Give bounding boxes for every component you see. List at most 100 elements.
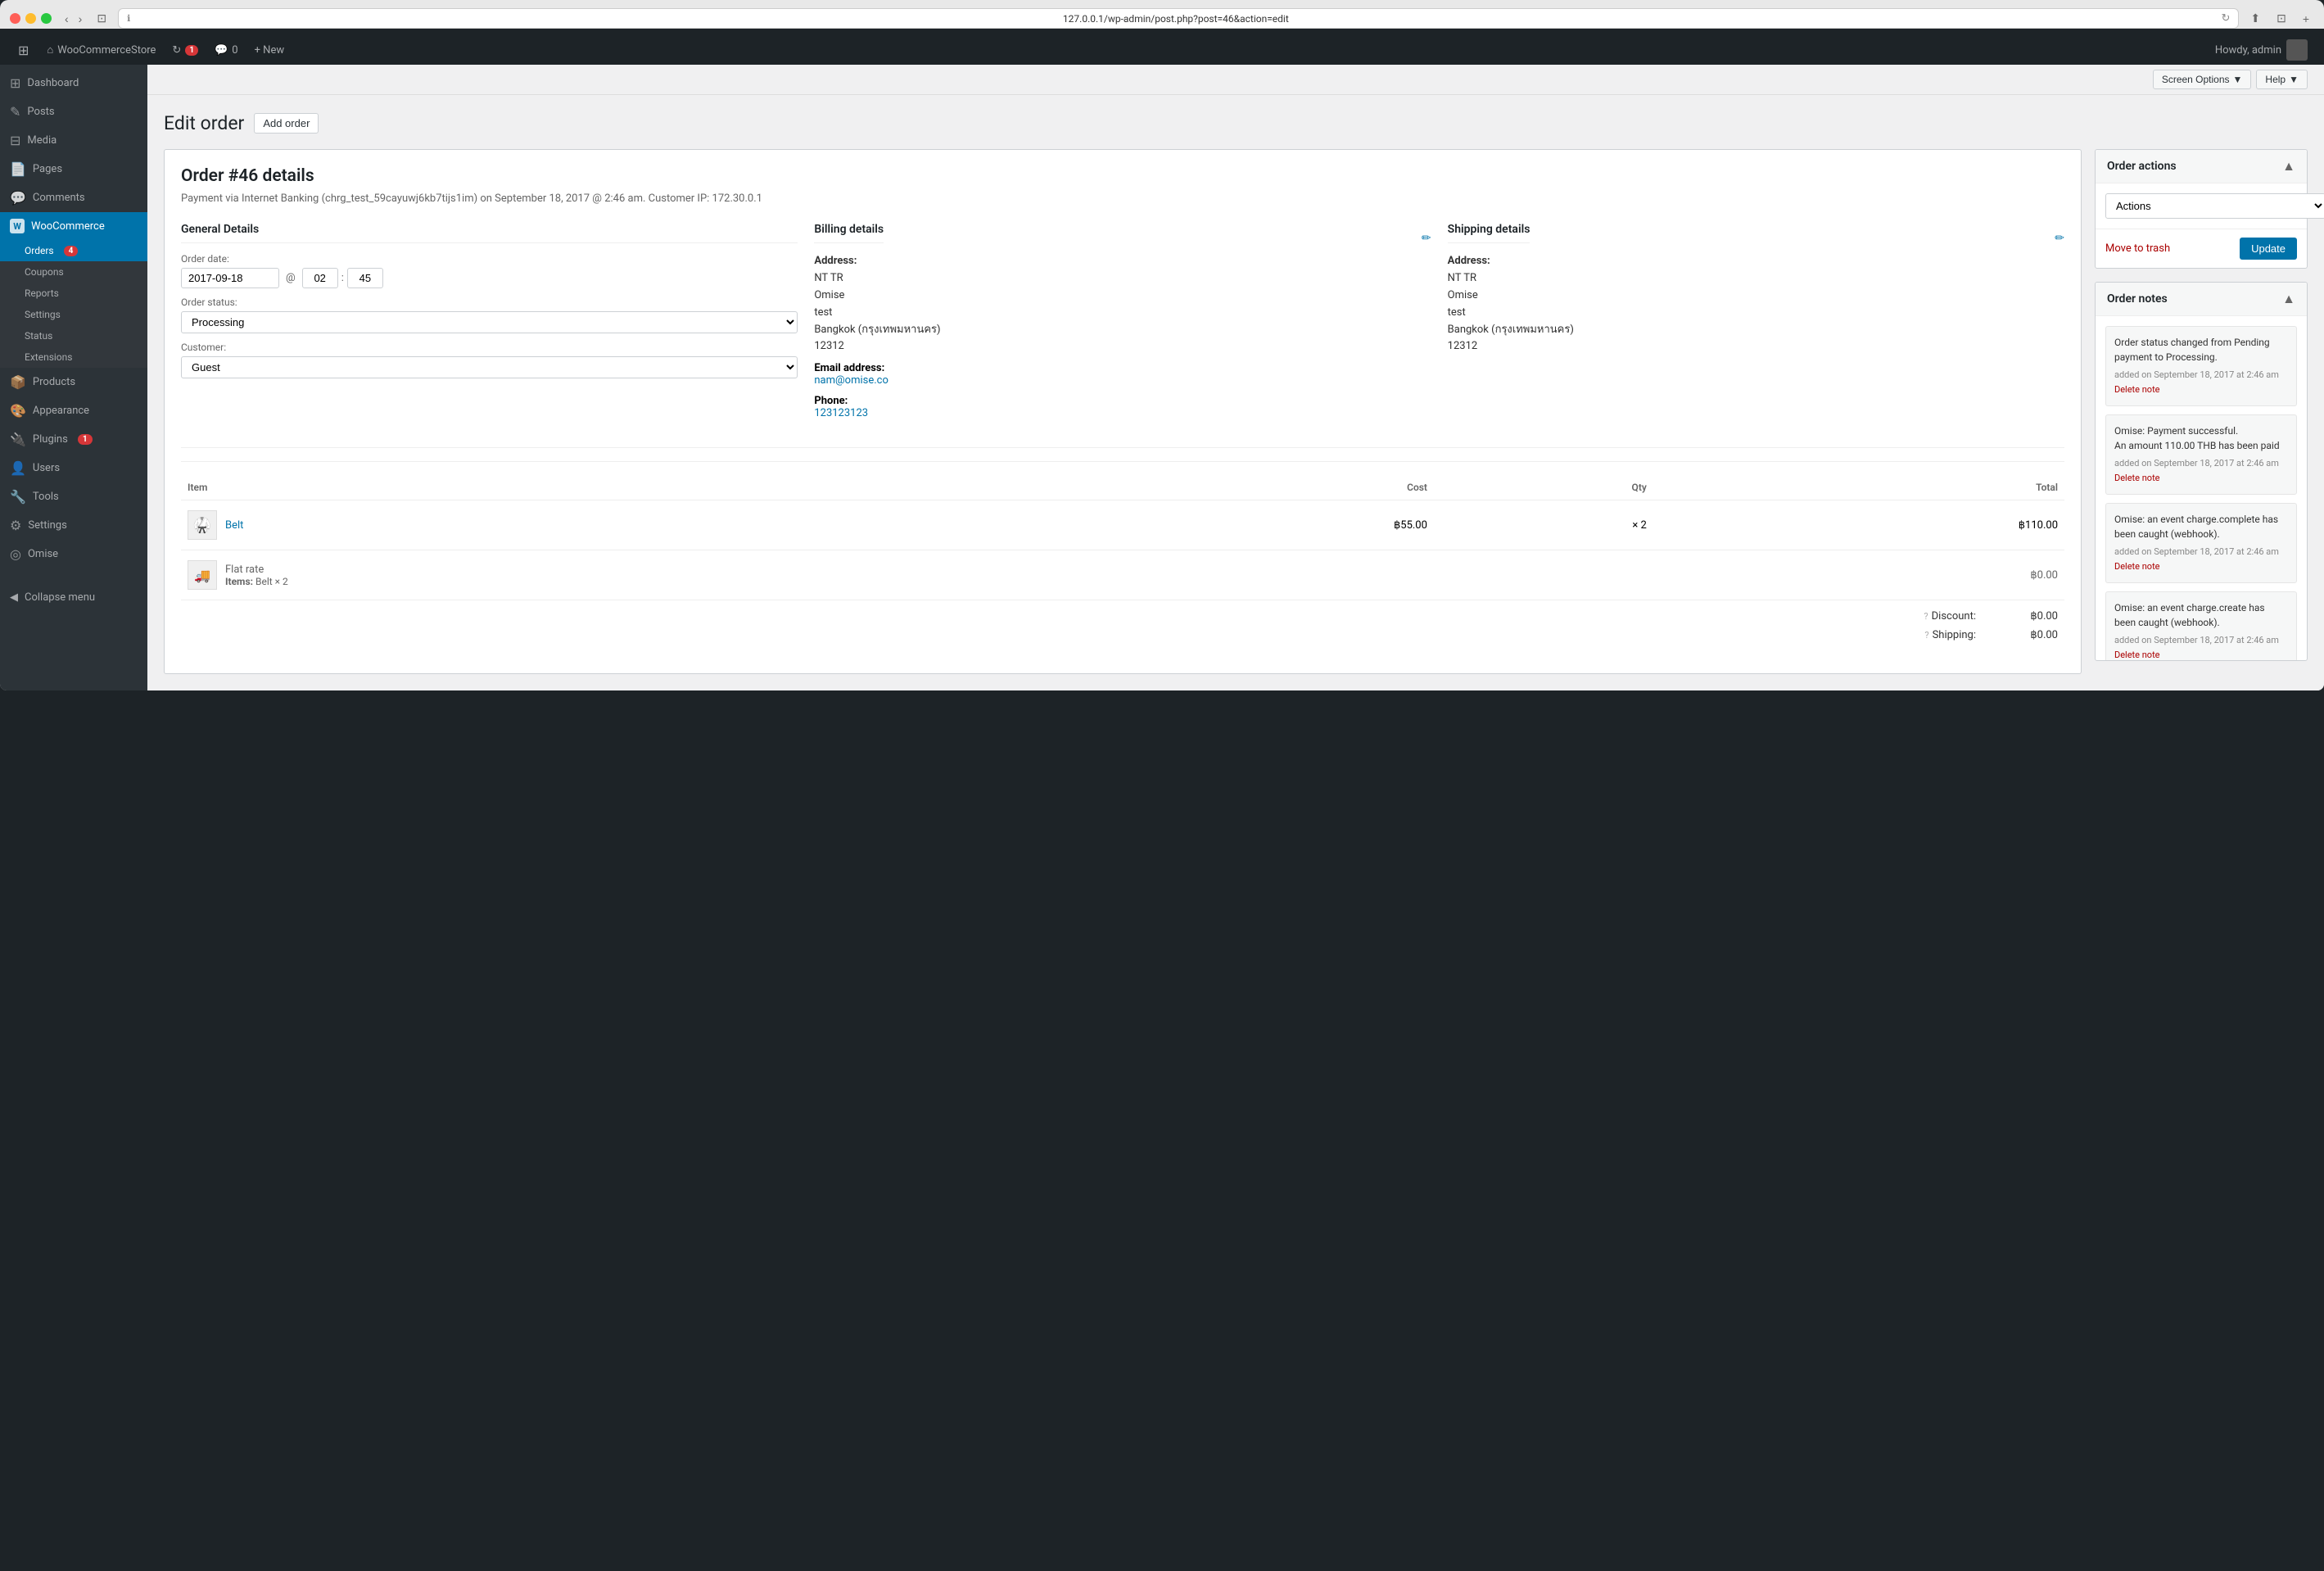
customer-select[interactable]: Guest	[181, 356, 798, 378]
add-tab-button[interactable]: +	[2298, 10, 2314, 27]
delete-note-1-link[interactable]: Delete note	[2114, 383, 2288, 397]
updates-item[interactable]: ↻ 1	[164, 35, 206, 65]
new-item[interactable]: + New	[246, 35, 293, 65]
plugins-badge: 1	[78, 434, 93, 445]
order-note-1: Order status changed from Pending paymen…	[2105, 326, 2297, 406]
item-name-link[interactable]: Belt	[225, 519, 243, 532]
actions-dropdown[interactable]: Actions Email invoice / order details to…	[2105, 193, 2324, 219]
woo-settings-label: Settings	[25, 309, 61, 320]
minimize-traffic-light[interactable]	[25, 13, 36, 24]
discount-help-icon[interactable]: ?	[1924, 611, 1928, 622]
comments-item[interactable]: 💬 0	[206, 35, 246, 65]
discount-label: Discount:	[1932, 610, 1976, 623]
sidebar-item-woocommerce[interactable]: W WooCommerce	[0, 212, 147, 240]
discount-row: ? Discount: ฿0.00	[181, 607, 2064, 626]
billing-email-link[interactable]: nam@omise.co	[814, 374, 888, 387]
order-status-label: Order status:	[181, 297, 798, 308]
posts-icon: ✎	[10, 104, 20, 120]
billing-line-2: Omise	[814, 287, 1431, 305]
sidebar-item-users[interactable]: 👤 Users	[0, 454, 147, 482]
items-table: Item Cost Qty Total	[181, 475, 2064, 600]
shipping-line-3: test	[1448, 305, 2064, 322]
at-sign: @	[283, 272, 299, 284]
sidebar-item-coupons[interactable]: Coupons	[0, 261, 147, 283]
general-details-section: General Details Order date: @ :	[181, 223, 798, 428]
back-button[interactable]: ‹	[61, 11, 72, 27]
updates-icon: ↻	[172, 44, 181, 57]
screen-options-button[interactable]: Screen Options ▼	[2153, 70, 2252, 89]
sidebar-item-posts[interactable]: ✎ Posts	[0, 97, 147, 126]
order-time-min-input[interactable]	[347, 268, 383, 288]
sidebar-label-omise: Omise	[28, 548, 58, 560]
sidebar-item-comments[interactable]: 💬 Comments	[0, 183, 147, 212]
move-to-trash-link[interactable]: Move to trash	[2105, 242, 2170, 255]
updates-count: 1	[185, 45, 198, 56]
sidebar-item-tools[interactable]: 🔧 Tools	[0, 482, 147, 511]
shipping-line-2: Omise	[1448, 287, 2064, 305]
billing-address: Address: NT TR Omise test Bangkok (กรุงเ…	[814, 253, 1431, 355]
wp-logo-item[interactable]: ⊞	[8, 35, 38, 65]
sidebar-item-omise[interactable]: ◎ Omise	[0, 540, 147, 568]
sidebar-label-woocommerce: WooCommerce	[31, 220, 105, 233]
appearance-icon: 🎨	[10, 403, 26, 419]
dashboard-icon: ⊞	[10, 75, 20, 91]
billing-line-1: NT TR	[814, 270, 1431, 287]
sidebar-item-orders[interactable]: Orders 4	[0, 240, 147, 261]
maximize-traffic-light[interactable]	[41, 13, 52, 24]
sidebar-item-reports[interactable]: Reports	[0, 283, 147, 304]
shipping-row: ? Shipping: ฿0.00	[181, 626, 2064, 645]
site-name-item[interactable]: ⌂ WooCommerceStore	[38, 35, 164, 65]
item-cost: ฿55.00	[1069, 500, 1434, 550]
sidebar-item-media[interactable]: ⊟ Media	[0, 126, 147, 155]
help-button[interactable]: Help ▼	[2256, 70, 2308, 89]
omise-icon: ◎	[10, 546, 21, 562]
flat-rate-qty	[1434, 550, 1653, 600]
shipping-details-title: Shipping details	[1448, 223, 1530, 243]
delete-note-2-link[interactable]: Delete note	[2114, 472, 2288, 486]
sidebar-item-collapse[interactable]: ◀ Collapse menu	[0, 585, 147, 610]
delete-note-4-link[interactable]: Delete note	[2114, 649, 2288, 660]
window-icon-button[interactable]: ⊡	[92, 10, 111, 27]
orders-label: Orders	[25, 245, 54, 256]
new-label: + New	[255, 44, 285, 57]
order-actions-collapse-icon[interactable]: ▲	[2282, 158, 2295, 174]
shipping-help-icon[interactable]: ?	[1924, 630, 1928, 641]
comments-menu-icon: 💬	[10, 190, 26, 206]
item-image: 🥋	[188, 510, 217, 540]
sidebar-label-plugins: Plugins	[33, 433, 68, 446]
sidebar-item-products[interactable]: 📦 Products	[0, 368, 147, 396]
sidebar-item-settings[interactable]: ⚙ Settings	[0, 511, 147, 540]
sidebar-item-appearance[interactable]: 🎨 Appearance	[0, 396, 147, 425]
share-button[interactable]: ⬆	[2245, 10, 2265, 27]
billing-phone-link[interactable]: 123123123	[814, 407, 868, 419]
update-button[interactable]: Update	[2240, 238, 2297, 260]
delete-note-3-link[interactable]: Delete note	[2114, 560, 2288, 574]
sidebar-item-extensions[interactable]: Extensions	[0, 346, 147, 368]
sidebar-item-status[interactable]: Status	[0, 325, 147, 346]
shipping-icon: 🚚	[188, 560, 217, 590]
sidebar-item-pages[interactable]: 📄 Pages	[0, 155, 147, 183]
col-total-header: Total	[1653, 475, 2064, 500]
pages-icon: 📄	[10, 161, 26, 177]
billing-edit-icon[interactable]: ✏	[1422, 232, 1431, 245]
comments-count: 0	[232, 44, 237, 57]
order-notes-header: Order notes ▲	[2096, 283, 2307, 316]
sidebar-item-woo-settings[interactable]: Settings	[0, 304, 147, 325]
order-notes-collapse-icon[interactable]: ▲	[2282, 291, 2295, 307]
shipping-value: ฿0.00	[1992, 629, 2058, 641]
sidebar-item-plugins[interactable]: 🔌 Plugins 1	[0, 425, 147, 454]
note-meta-3: added on September 18, 2017 at 2:46 am	[2114, 546, 2288, 559]
howdy-item[interactable]: Howdy, admin	[2207, 39, 2316, 61]
new-tab-button[interactable]: ⊡	[2272, 10, 2291, 27]
add-order-button[interactable]: Add order	[254, 113, 319, 134]
address-bar[interactable]: ℹ 127.0.0.1/wp-admin/post.php?post=46&ac…	[118, 8, 2239, 29]
close-traffic-light[interactable]	[10, 13, 20, 24]
order-status-select[interactable]: Processing Pending payment On hold Compl…	[181, 311, 798, 333]
forward-button[interactable]: ›	[75, 11, 86, 27]
reload-icon[interactable]: ↻	[2221, 12, 2230, 25]
shipping-edit-icon[interactable]: ✏	[2055, 232, 2064, 245]
item-qty: × 2	[1434, 500, 1653, 550]
order-date-input[interactable]	[181, 268, 279, 288]
order-time-hour-input[interactable]	[302, 268, 338, 288]
sidebar-item-dashboard[interactable]: ⊞ Dashboard	[0, 69, 147, 97]
